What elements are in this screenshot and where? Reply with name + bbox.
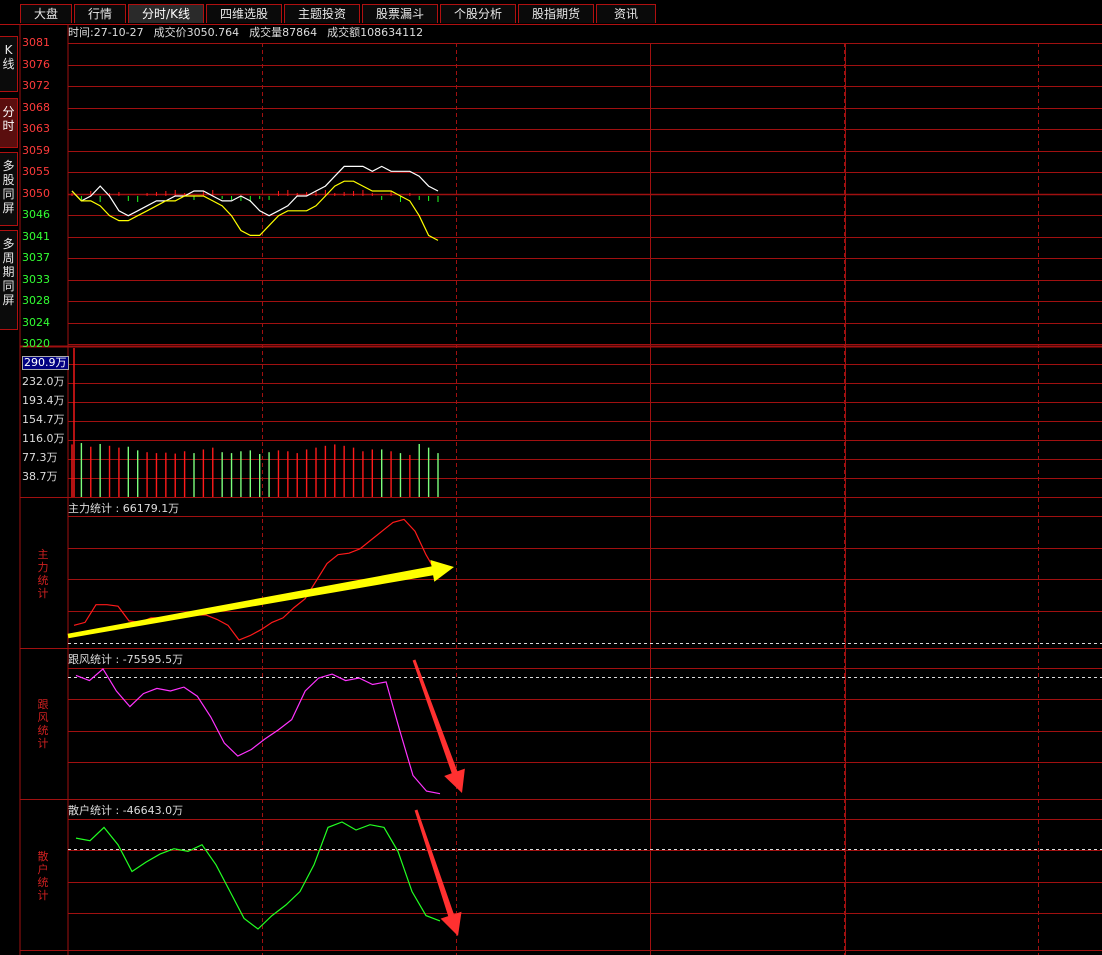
- price-tick: 3076: [22, 57, 50, 71]
- price-tick: 3081: [22, 36, 50, 49]
- price-tick: 3046: [22, 208, 50, 221]
- price-tick: 3072: [22, 79, 50, 92]
- volume-tick: 290.9万: [22, 356, 69, 370]
- price-tick: 3059: [22, 143, 50, 157]
- retail-side-label: 散户统计: [37, 850, 49, 902]
- volume-tick: 232.0万: [22, 375, 65, 388]
- price-tick: 3068: [22, 100, 50, 114]
- follow-title: 跟风统计 : -75595.5万: [68, 653, 184, 666]
- trend-down-arrow: [414, 809, 462, 936]
- trend-down-arrow: [412, 659, 465, 793]
- price-tick: 3033: [22, 272, 50, 286]
- volume-tick: 193.4万: [22, 394, 65, 407]
- volume-tick: 154.7万: [22, 413, 65, 426]
- main-force-side-label: 主力统计: [37, 548, 49, 600]
- price-tick: 3020: [22, 337, 50, 350]
- volume-tick: 116.0万: [22, 432, 65, 445]
- price-tick: 3028: [22, 294, 50, 307]
- trend-up-arrow: [67, 560, 454, 639]
- volume-tick: 38.7万: [22, 470, 58, 483]
- retail-line: [75, 821, 441, 930]
- price-tick: 3050: [22, 186, 50, 200]
- price-tick: 3055: [22, 165, 50, 178]
- average-line: [71, 180, 439, 241]
- price-tick: 3041: [22, 229, 50, 243]
- follow-side-label: 跟风统计: [37, 698, 49, 750]
- volume-tick: 77.3万: [22, 451, 58, 464]
- retail-title: 散户统计 : -46643.0万: [68, 804, 184, 817]
- price-tick: 3024: [22, 315, 50, 329]
- price-tick: 3063: [22, 122, 50, 135]
- main-force-title: 主力统计 : 66179.1万: [68, 502, 180, 515]
- price-tick: 3037: [22, 251, 50, 264]
